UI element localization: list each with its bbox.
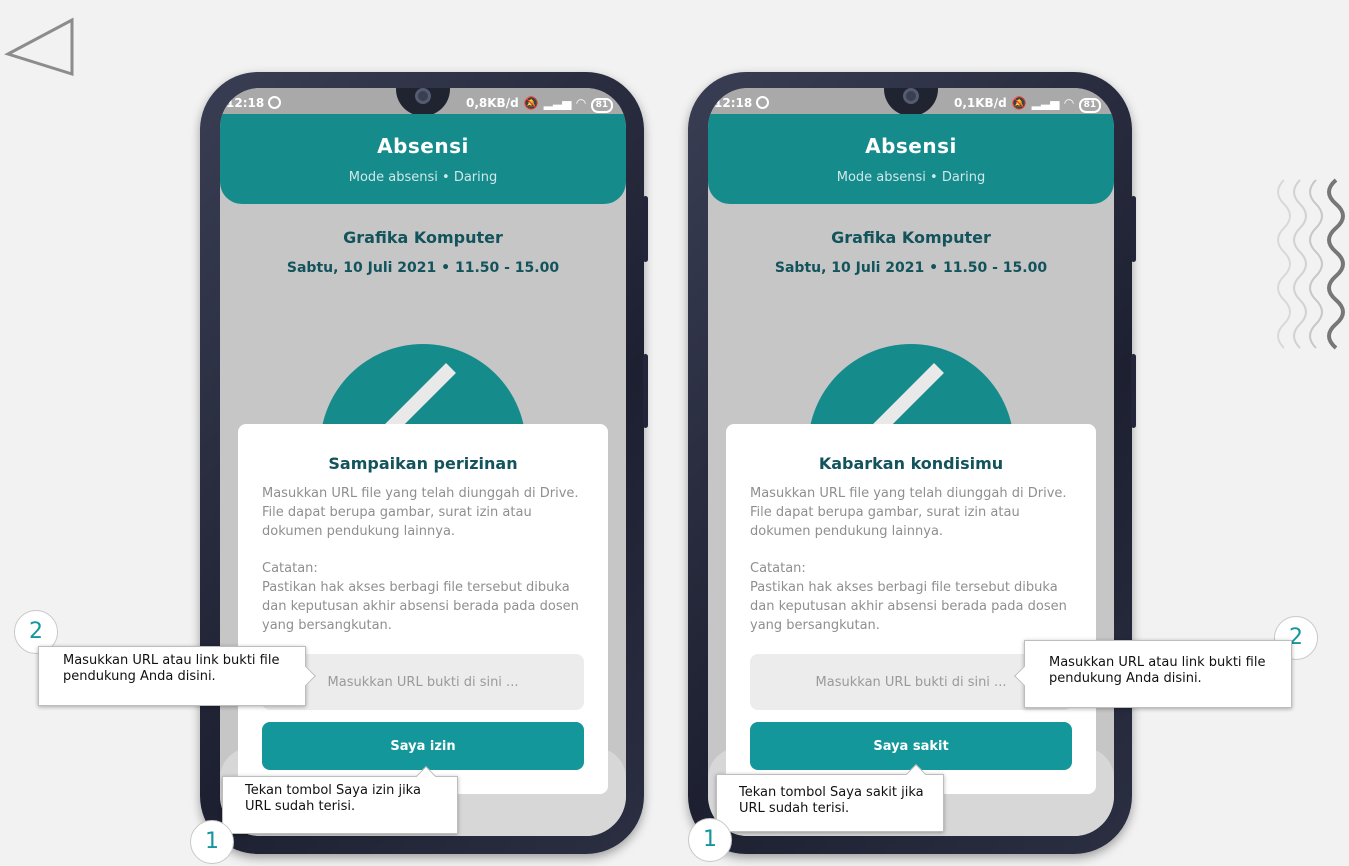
signal-icon: ▂▃▅ [543, 96, 572, 110]
network-speed: 0,8KB/d [466, 96, 519, 110]
dialog-title: Kabarkan kondisimu [818, 454, 1004, 473]
url-instruction-callout: Masukkan URL atau link bukti file penduk… [38, 646, 316, 706]
power-button [1131, 354, 1136, 428]
app-header: Absensi Mode absensi • Daring [708, 114, 1114, 204]
page-title: Absensi [377, 134, 469, 158]
mute-bell-icon: 🔕 [523, 96, 539, 110]
status-right: 0,1KB/d 🔕 ▂▃▅ ◠ 81 [954, 96, 1102, 113]
button-instruction-callout: Tekan tombol Saya sakit jika URL sudah t… [716, 764, 944, 832]
dialog-description: Masukkan URL file yang telah diunggah di… [750, 486, 1067, 539]
dialog-title: Sampaikan perizinan [328, 454, 518, 473]
status-time: 12:18 [226, 96, 282, 110]
step-number-badge: 1 [190, 820, 234, 864]
status-right: 0,8KB/d 🔕 ▂▃▅ ◠ 81 [466, 96, 614, 113]
wifi-icon: ◠ [576, 96, 586, 110]
note-label: Catatan: [262, 561, 318, 576]
phone-mockup-sakit: 12:18 0,1KB/d 🔕 ▂▃▅ ◠ 81 Absensi Mode absens… [688, 72, 1136, 854]
callout-text: Tekan tombol Saya izin jika URL sudah te… [245, 783, 421, 814]
front-camera-icon [903, 88, 919, 104]
note-label: Catatan: [750, 561, 806, 576]
note-text: Pastikan hak akses berbagi file tersebut… [262, 580, 579, 633]
phone-screen: 12:18 0,1KB/d 🔕 ▂▃▅ ◠ 81 Absensi Mode absens… [708, 88, 1114, 836]
volume-button [1131, 196, 1136, 262]
status-time: 12:18 [714, 96, 770, 110]
page-title: Absensi [865, 134, 957, 158]
callout-text: Masukkan URL atau link bukti file penduk… [1049, 655, 1266, 686]
permission-dialog: Sampaikan perizinan Masukkan URL file ya… [238, 424, 608, 794]
dialog-note: Catatan: Pastikan hak akses berbagi file… [750, 559, 1080, 635]
whatsapp-icon [268, 96, 282, 109]
triangle-decoration [4, 17, 74, 77]
step-number-badge: 1 [688, 818, 732, 862]
url-evidence-input[interactable] [262, 654, 584, 710]
dialog-description: Masukkan URL file yang telah diunggah di… [262, 486, 579, 539]
volume-button [643, 196, 648, 262]
mute-bell-icon: 🔕 [1011, 96, 1027, 110]
sick-report-dialog: Kabarkan kondisimu Masukkan URL file yan… [726, 424, 1096, 794]
attendance-mode: Mode absensi • Daring [836, 170, 986, 185]
course-name: Grafika Komputer [343, 228, 503, 247]
course-name: Grafika Komputer [831, 228, 991, 247]
callout-text: Masukkan URL atau link bukti file penduk… [63, 653, 280, 684]
battery-icon: 81 [1078, 98, 1102, 113]
app-header: Absensi Mode absensi • Daring [220, 114, 626, 204]
course-schedule: Sabtu, 10 Juli 2021 • 11.50 - 15.00 [774, 260, 1048, 276]
battery-icon: 81 [590, 98, 614, 113]
note-text: Pastikan hak akses berbagi file tersebut… [750, 580, 1067, 633]
callout-text: Tekan tombol Saya sakit jika URL sudah t… [739, 785, 924, 816]
saya-izin-button[interactable]: Saya izin [262, 722, 584, 770]
attendance-mode: Mode absensi • Daring [348, 170, 498, 185]
wave-decoration [1277, 178, 1345, 350]
phone-screen: 12:18 0,8KB/d 🔕 ▂▃▅ ◠ 81 Absensi Mode absens… [220, 88, 626, 836]
front-camera-icon [415, 88, 431, 104]
wifi-icon: ◠ [1064, 96, 1074, 110]
network-speed: 0,1KB/d [954, 96, 1007, 110]
whatsapp-icon [756, 96, 770, 109]
power-button [643, 354, 648, 428]
course-schedule: Sabtu, 10 Juli 2021 • 11.50 - 15.00 [286, 260, 560, 276]
signal-icon: ▂▃▅ [1031, 96, 1060, 110]
dialog-note: Catatan: Pastikan hak akses berbagi file… [262, 559, 592, 635]
url-instruction-callout: Masukkan URL atau link bukti file penduk… [1014, 640, 1292, 708]
button-instruction-callout: Tekan tombol Saya izin jika URL sudah te… [222, 766, 458, 834]
phone-mockup-izin: 12:18 0,8KB/d 🔕 ▂▃▅ ◠ 81 Absensi Mode absens… [200, 72, 648, 854]
saya-sakit-button[interactable]: Saya sakit [750, 722, 1072, 770]
